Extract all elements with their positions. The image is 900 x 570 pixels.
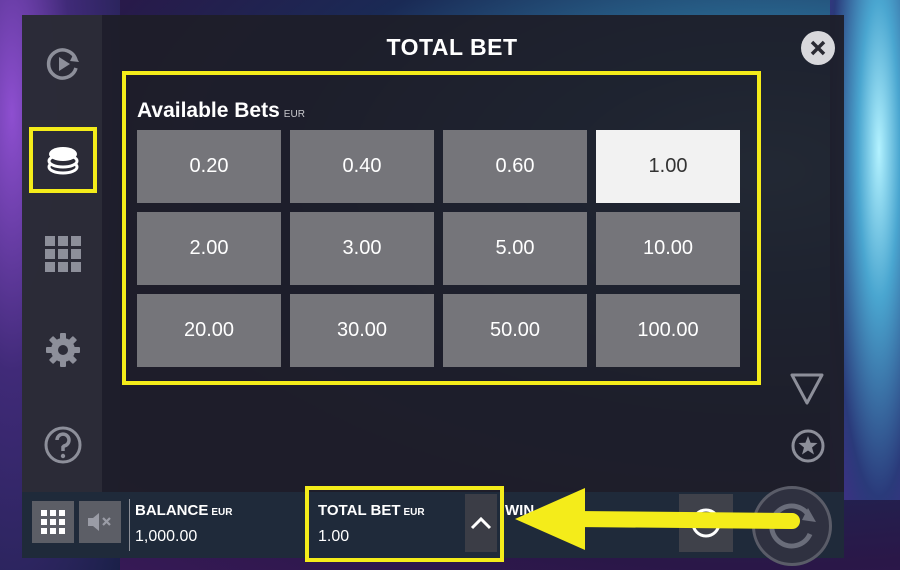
- bet-option[interactable]: 5.00: [443, 212, 587, 285]
- grid-icon[interactable]: [38, 229, 88, 279]
- divider: [129, 499, 130, 551]
- bet-option[interactable]: 50.00: [443, 294, 587, 367]
- gear-icon[interactable]: [38, 325, 88, 375]
- available-bets-title: Available Bets: [137, 99, 280, 122]
- quick-spin-button[interactable]: [679, 494, 733, 552]
- shield-icon[interactable]: [790, 373, 824, 410]
- close-button[interactable]: [801, 31, 835, 65]
- win-label: WIN: [505, 502, 535, 519]
- bet-grid: 0.20 0.40 0.60 1.00 2.00 3.00 5.00 10.00…: [137, 130, 741, 368]
- bet-option[interactable]: 2.00: [137, 212, 281, 285]
- speaker-muted-icon: [88, 513, 111, 531]
- close-icon: [810, 40, 826, 56]
- coins-highlight: [29, 127, 97, 193]
- balance-value: 1,000.00: [135, 528, 198, 545]
- bet-option[interactable]: 20.00: [137, 294, 281, 367]
- circle-icon: [691, 508, 721, 538]
- balance-unit: EUR: [211, 507, 233, 518]
- bet-option[interactable]: 0.40: [290, 130, 434, 203]
- spin-icon: [769, 503, 816, 549]
- total-bet-highlight: [305, 486, 504, 562]
- autoplay-icon[interactable]: [38, 39, 88, 89]
- help-icon[interactable]: [38, 420, 88, 470]
- bet-option[interactable]: 1.00: [596, 130, 740, 203]
- mute-button[interactable]: [79, 501, 121, 543]
- bet-option[interactable]: 0.20: [137, 130, 281, 203]
- bet-option[interactable]: 0.60: [443, 130, 587, 203]
- currency-unit: EUR: [283, 109, 305, 120]
- spin-button[interactable]: [752, 486, 832, 566]
- dialog-title: TOTAL BET: [386, 34, 518, 60]
- available-bets-heading: Available Bets EUR: [137, 99, 305, 123]
- balance-label: BALANCE EUR: [135, 502, 232, 519]
- grid-menu-icon: [41, 510, 65, 534]
- star-icon[interactable]: [791, 429, 825, 468]
- menu-button[interactable]: [32, 501, 74, 543]
- bet-option[interactable]: 10.00: [596, 212, 740, 285]
- bet-option[interactable]: 3.00: [290, 212, 434, 285]
- bet-option[interactable]: 30.00: [290, 294, 434, 367]
- bet-option[interactable]: 100.00: [596, 294, 740, 367]
- balance-label-text: BALANCE: [135, 502, 209, 519]
